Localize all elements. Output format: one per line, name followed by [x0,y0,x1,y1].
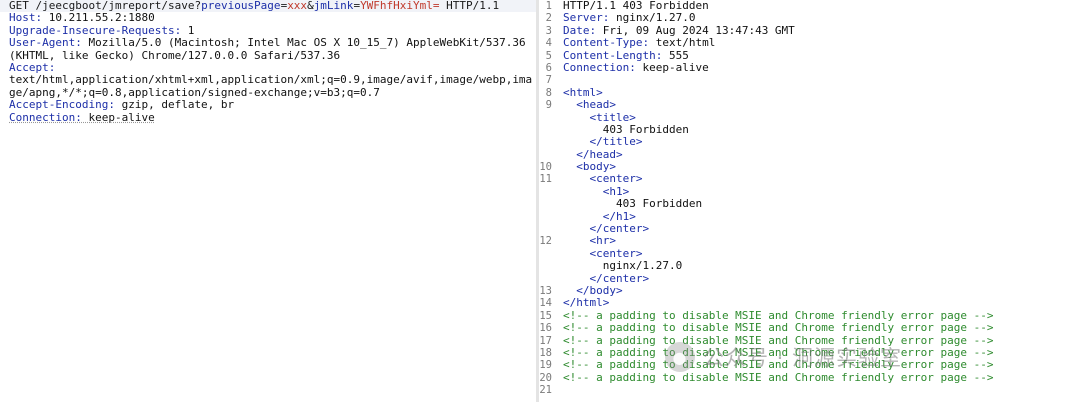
header-value: Mozilla/5.0 (Macintosh; Intel Mac OS X 1… [81,36,526,50]
html-tag: <center> [563,246,643,260]
html-comment: <!-- a padding to disable MSIE and Chrom… [563,321,994,335]
header-value: text/html,application/xhtml+xml,applicat… [9,73,533,87]
line-number: 11 [539,173,552,186]
header-key: Accept: [9,60,56,74]
html-text: 403 Forbidden [563,197,703,211]
html-tag: <title> [563,110,636,124]
html-comment: <!-- a padding to disable MSIE and Chrom… [563,333,994,347]
header-value: 1 [181,23,195,37]
header-value: gzip, deflate, br [114,98,235,112]
header-key: Host: [9,11,43,25]
request-method: GET [9,0,29,12]
line-number: 3 [545,24,552,37]
response-pane[interactable]: 1 HTTP/1.1 403 Forbidden 2 Server: nginx/1.… [539,0,1080,402]
line-number: 8 [545,86,552,99]
line-number: 15 [539,309,552,322]
response-line: </center> [539,222,1080,236]
request-pane[interactable]: GET /jeecgboot/jmreport/save?previousPag… [0,0,536,402]
header-key: Content-Type: [563,36,650,50]
header-value: (KHTML, like Gecko) Chrome/127.0.0.0 Saf… [9,48,341,62]
html-comment: <!-- a padding to disable MSIE and Chrom… [563,358,994,372]
line-number: 1 [545,0,552,12]
html-comment: <!-- a padding to disable MSIE and Chrom… [563,345,994,359]
header-value: text/html [649,36,716,50]
html-tag: </h1> [563,209,636,223]
header-key: Content-Length: [563,48,663,62]
response-editor[interactable]: 1 HTTP/1.1 403 Forbidden 2 Server: nginx/1.… [539,0,1080,397]
line-number: 4 [545,37,552,50]
header-key: Date: [563,23,597,37]
request-params: previousPage=xxx&jmLink=YWFhfHxiYml= [201,0,440,12]
request-path: /jeecgboot/jmreport/save? [35,0,202,12]
header-key: Upgrade-Insecure-Requests: [9,23,182,37]
line-number: 2 [545,12,552,25]
line-number: 13 [539,284,552,297]
header-value: 10.211.55.2:1880 [42,11,155,25]
html-tag: </head> [563,147,623,161]
line-number: 12 [539,235,552,248]
header-key: Accept-Encoding: [9,98,115,112]
param-separator: & [307,0,314,12]
header-value: 555 [662,48,689,62]
line-number: 17 [539,334,552,347]
param-name: jmLink [313,0,354,12]
html-text: nginx/1.27.0 [563,259,683,273]
line-number: 9 [545,99,552,112]
response-line: 8 <html> [539,85,1080,99]
html-text: 403 Forbidden [563,122,689,136]
line-number: 6 [545,61,552,74]
header-value: ge/apng,*/*;q=0.8,application/signed-exc… [9,85,380,99]
html-tag: </center> [563,271,650,285]
header-value: Fri, 09 Aug 2024 13:47:43 GMT [596,23,795,37]
response-line: </head> [539,147,1080,161]
header-value: nginx/1.27.0 [609,11,696,25]
request-header-line: Connection: keep-alive [0,110,536,124]
html-tag: <html> [563,85,603,99]
line-number: 19 [539,359,552,372]
html-tag: <center> [563,172,643,186]
header-key: Connection: [9,110,82,124]
html-tag: <h1> [563,184,630,198]
response-line: 6 Connection: keep-alive [539,60,1080,74]
request-editor[interactable]: GET /jeecgboot/jmreport/save?previousPag… [0,0,536,124]
status-line: HTTP/1.1 403 Forbidden [563,0,709,12]
header-key: Server: [563,11,610,25]
header-key: Connection: [563,60,636,74]
param-name: previousPage [201,0,281,12]
html-tag: </center> [563,222,650,236]
header-value: keep-alive [81,110,155,124]
param-value: YWFhfHxiYml= [360,0,440,12]
html-tag: <head> [563,98,616,112]
request-protocol: HTTP/1.1 [446,0,500,12]
line-number: 5 [545,49,552,62]
header-key: User-Agent: [9,36,82,50]
line-number: 10 [539,161,552,174]
header-value: keep-alive [635,60,709,74]
html-tag: <body> [563,160,616,174]
html-tag: </body> [563,283,623,297]
param-value: xxx [287,0,308,12]
html-tag: <hr> [563,234,616,248]
html-comment: <!-- a padding to disable MSIE and Chrom… [563,370,994,384]
line-number: 21 [539,384,552,397]
response-line: 21 [539,384,1080,396]
line-number: 7 [545,74,552,87]
line-number: 16 [539,322,552,335]
line-number: 20 [539,371,552,384]
request-header-line: (KHTML, like Gecko) Chrome/127.0.0.0 Saf… [0,48,536,62]
html-comment: <!-- a padding to disable MSIE and Chrom… [563,308,994,322]
response-line: 20 <!-- a padding to disable MSIE and Chr… [539,370,1080,384]
response-line: 13 </body> [539,283,1080,297]
html-tag: </title> [563,135,643,149]
response-line: 7 [539,74,1080,86]
line-number: 14 [539,297,552,310]
html-tag: </html> [563,296,610,310]
line-number: 18 [539,346,552,359]
